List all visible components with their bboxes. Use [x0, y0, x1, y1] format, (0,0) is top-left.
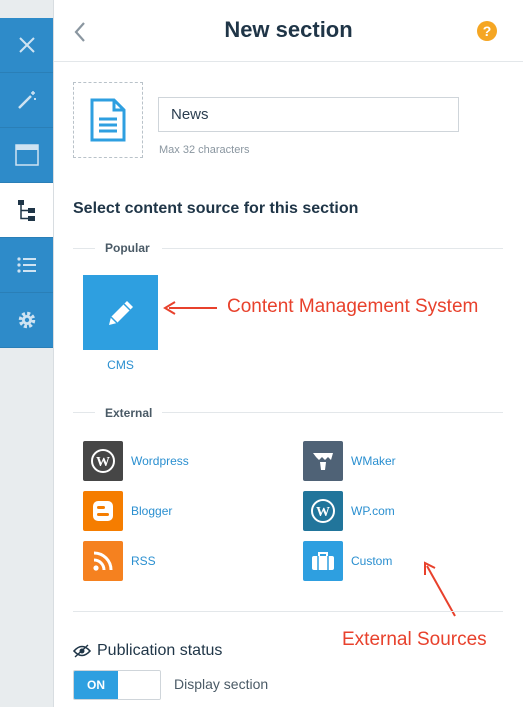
cms-source-button[interactable]	[83, 275, 158, 350]
external-divider	[162, 412, 503, 413]
list-button[interactable]	[0, 238, 53, 293]
popular-divider-left	[73, 248, 95, 249]
eye-icon	[73, 644, 91, 658]
section-name-input[interactable]	[158, 97, 459, 132]
toggle-off-area	[118, 671, 160, 699]
svg-text:W: W	[96, 455, 110, 470]
panel-header: New section ?	[54, 0, 523, 62]
source-wordpress[interactable]: W Wordpress	[83, 441, 189, 481]
magic-wand-button[interactable]	[0, 73, 53, 128]
tree-structure-icon	[17, 200, 35, 221]
pencil-icon	[108, 300, 133, 325]
name-hint: Max 32 characters	[159, 144, 250, 156]
source-label: Wordpress	[131, 454, 189, 468]
svg-text:W: W	[316, 505, 330, 520]
gear-icon	[18, 311, 35, 329]
annotation-cms: Content Management System	[227, 296, 479, 317]
popular-group-label: Popular	[105, 241, 150, 255]
rail-divider	[53, 0, 54, 707]
settings-button[interactable]	[0, 293, 53, 348]
source-wpcom[interactable]: W WP.com	[303, 491, 395, 531]
page-title: New section	[224, 17, 353, 42]
publication-status-heading: Publication status	[73, 642, 222, 660]
source-label: Custom	[351, 554, 393, 568]
display-section-toggle[interactable]: ON	[73, 670, 161, 700]
briefcase-icon	[303, 541, 343, 581]
section-icon-picker[interactable]	[73, 82, 143, 158]
close-icon	[18, 37, 35, 53]
sidebar-rail	[0, 0, 53, 707]
structure-button[interactable]	[0, 183, 53, 238]
wordpress-icon: W	[83, 441, 123, 481]
source-label: WP.com	[351, 504, 395, 518]
close-button[interactable]	[0, 18, 53, 73]
source-wmaker[interactable]: WMaker	[303, 441, 396, 481]
publication-status-title: Publication status	[97, 642, 223, 659]
popular-divider	[162, 248, 503, 249]
annotation-arrow-cms	[163, 301, 217, 315]
magic-wand-icon	[17, 91, 36, 109]
external-divider-left	[73, 412, 95, 413]
toggle-on-label: ON	[74, 671, 118, 699]
help-button[interactable]: ?	[477, 21, 497, 41]
content-source-heading: Select content source for this section	[73, 200, 359, 217]
publication-divider	[73, 611, 503, 612]
window-icon	[14, 144, 39, 166]
source-blogger[interactable]: Blogger	[83, 491, 172, 531]
external-group-label: External	[105, 406, 153, 420]
annotation-external: External Sources	[342, 629, 487, 650]
source-rss[interactable]: RSS	[83, 541, 156, 581]
rss-icon	[83, 541, 123, 581]
document-icon	[90, 98, 126, 142]
wordpress-icon: W	[303, 491, 343, 531]
display-section-label: Display section	[174, 676, 269, 692]
source-label: WMaker	[351, 454, 396, 468]
source-label: Blogger	[131, 504, 173, 518]
source-label: RSS	[131, 554, 156, 568]
wmaker-icon	[303, 441, 343, 481]
list-icon	[16, 257, 36, 273]
layout-button[interactable]	[0, 128, 53, 183]
source-custom[interactable]: Custom	[303, 541, 392, 581]
blogger-icon	[83, 491, 123, 531]
cms-source-label[interactable]: CMS	[83, 358, 158, 372]
